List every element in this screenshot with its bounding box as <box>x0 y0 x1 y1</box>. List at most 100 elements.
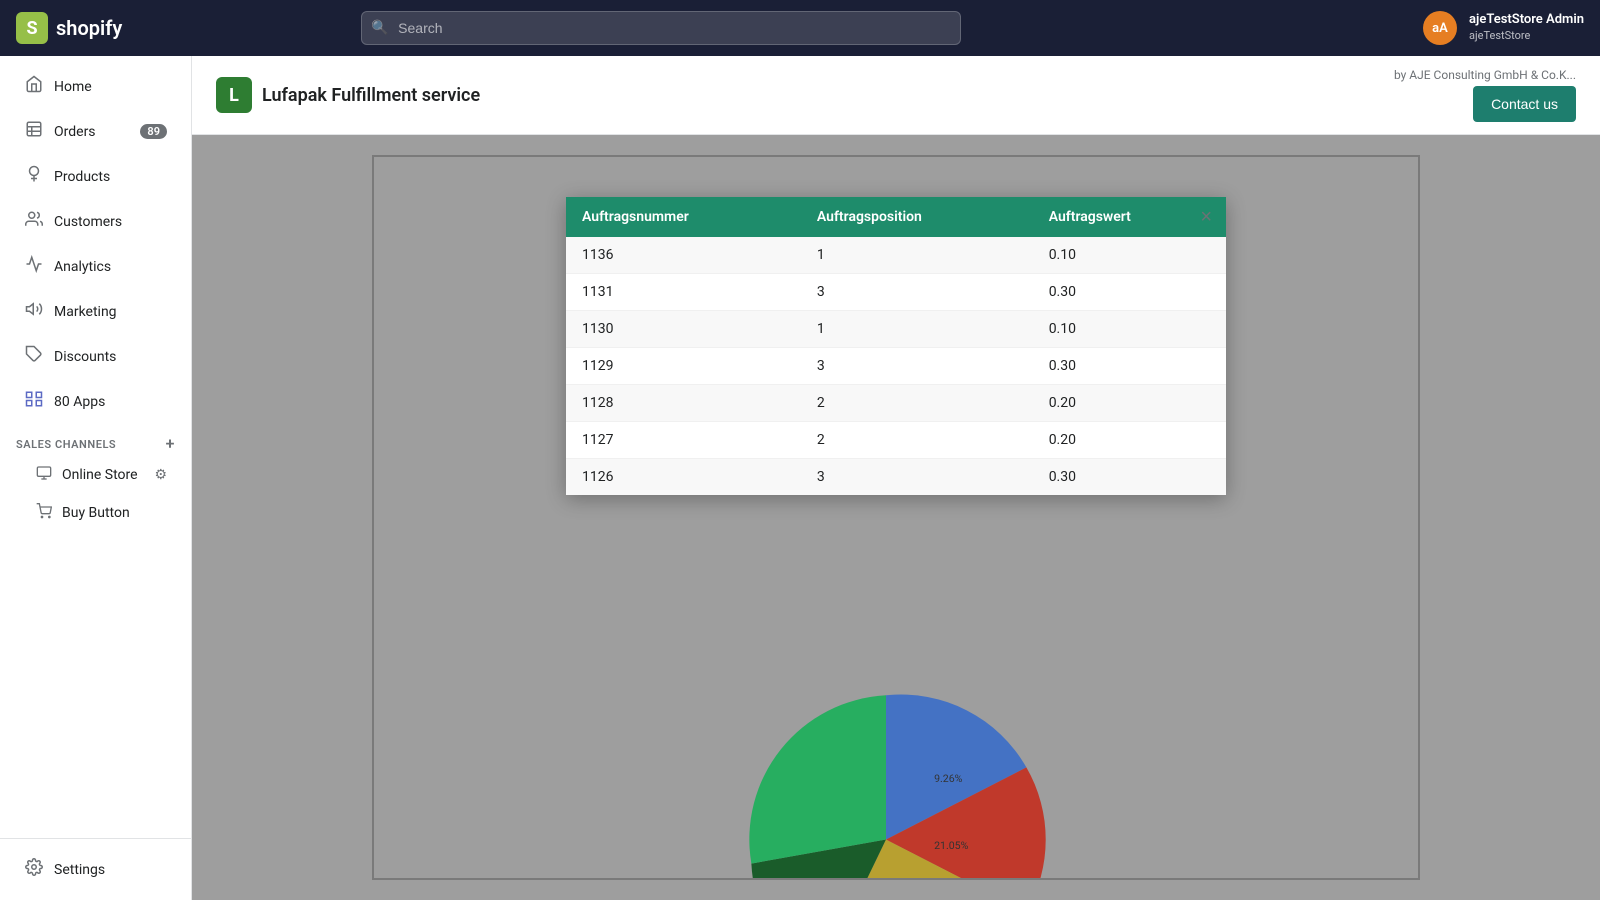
table-row: 112630.30 <box>566 459 1226 496</box>
table-cell-val: 0.20 <box>1033 422 1226 459</box>
pie-segment-green <box>749 695 886 863</box>
table-cell-pos: 2 <box>801 422 1033 459</box>
table-cell-nr: 1136 <box>566 237 801 274</box>
home-icon <box>24 75 44 98</box>
table-cell-nr: 1129 <box>566 348 801 385</box>
buy-button-icon <box>36 503 52 523</box>
pie-chart-svg: 9.26% 21.05% <box>696 628 1076 878</box>
online-store-icon <box>36 465 52 485</box>
sidebar-item-online-store[interactable]: Online Store ⚙ <box>8 457 183 493</box>
table-cell-nr: 1130 <box>566 311 801 348</box>
customers-icon <box>24 210 44 233</box>
app-title-row: L Lufapak Fulfillment service <box>216 77 480 113</box>
table-row: 113130.30 <box>566 274 1226 311</box>
sidebar-label-discounts: Discounts <box>54 349 116 365</box>
settings-section: Settings <box>0 838 191 892</box>
layout: Home Orders 89 Products Customers Anal <box>0 56 1600 900</box>
table-cell-val: 0.30 <box>1033 459 1226 496</box>
inner-content-frame: × Auftragsnummer Auftragsposition Auftra… <box>372 155 1420 880</box>
table-row: 113610.10 <box>566 237 1226 274</box>
modal-close-button[interactable]: × <box>1200 207 1212 227</box>
header-right: by AJE Consulting GmbH & Co.K... Contact… <box>1394 68 1576 122</box>
online-store-label: Online Store <box>62 467 138 483</box>
sidebar-label-products: Products <box>54 169 110 185</box>
sidebar-item-discounts[interactable]: Discounts <box>8 335 183 378</box>
table-cell-val: 0.10 <box>1033 311 1226 348</box>
search-input[interactable] <box>361 11 961 45</box>
sidebar-item-products[interactable]: Products <box>8 155 183 198</box>
sidebar-item-home[interactable]: Home <box>8 65 183 108</box>
table-cell-nr: 1131 <box>566 274 801 311</box>
company-tooltip: by AJE Consulting GmbH & Co.K... <box>1394 68 1576 82</box>
orders-table: Auftragsnummer Auftragsposition Auftrags… <box>566 197 1226 495</box>
table-row: 112930.30 <box>566 348 1226 385</box>
col-header-auftragswert: Auftragswert <box>1033 197 1226 237</box>
sidebar-item-settings[interactable]: Settings <box>8 848 183 891</box>
table-row: 113010.10 <box>566 311 1226 348</box>
pie-label-2105: 21.05% <box>934 839 969 852</box>
table-cell-val: 0.30 <box>1033 274 1226 311</box>
modal-dialog: × Auftragsnummer Auftragsposition Auftra… <box>566 197 1226 495</box>
sidebar-item-analytics[interactable]: Analytics <box>8 245 183 288</box>
sidebar-item-apps[interactable]: 80 Apps <box>8 380 183 423</box>
sidebar-label-analytics: Analytics <box>54 259 111 275</box>
table-cell-val: 0.20 <box>1033 385 1226 422</box>
user-info: ajeTestStore Admin ajeTestStore <box>1469 12 1584 43</box>
search-bar: 🔍 <box>361 11 961 45</box>
sidebar-label-customers: Customers <box>54 214 122 230</box>
sales-channels-label: SALES CHANNELS <box>16 438 116 451</box>
shopify-icon: S <box>16 12 48 44</box>
add-channel-button[interactable]: + <box>166 436 175 452</box>
store-name: ajeTestStore Admin <box>1469 12 1584 29</box>
sidebar-item-marketing[interactable]: Marketing <box>8 290 183 333</box>
table-row: 112820.20 <box>566 385 1226 422</box>
app-header: L Lufapak Fulfillment service by AJE Con… <box>192 56 1600 135</box>
sidebar-label-apps: 80 Apps <box>54 394 105 410</box>
shopify-wordmark: shopify <box>56 16 122 40</box>
sidebar-item-customers[interactable]: Customers <box>8 200 183 243</box>
main-content: L Lufapak Fulfillment service by AJE Con… <box>192 56 1600 900</box>
table-cell-pos: 3 <box>801 348 1033 385</box>
sidebar-label-marketing: Marketing <box>54 304 117 320</box>
search-icon: 🔍 <box>371 20 388 36</box>
analytics-icon <box>24 255 44 278</box>
content-area: × Auftragsnummer Auftragsposition Auftra… <box>192 135 1600 900</box>
sidebar-label-orders: Orders <box>54 124 96 140</box>
top-navigation: S shopify 🔍 aA ajeTestStore Admin ajeTes… <box>0 0 1600 56</box>
discounts-icon <box>24 345 44 368</box>
table-cell-pos: 2 <box>801 385 1033 422</box>
sidebar: Home Orders 89 Products Customers Anal <box>0 56 192 900</box>
settings-icon <box>24 858 44 881</box>
table-cell-pos: 1 <box>801 311 1033 348</box>
table-cell-val: 0.10 <box>1033 237 1226 274</box>
col-header-auftragsposition: Auftragsposition <box>801 197 1033 237</box>
avatar[interactable]: aA <box>1423 11 1457 45</box>
shopify-logo[interactable]: S shopify <box>16 12 122 44</box>
sidebar-item-buy-button[interactable]: Buy Button <box>8 495 183 531</box>
app-logo: L <box>216 77 252 113</box>
sidebar-item-orders[interactable]: Orders 89 <box>8 110 183 153</box>
sales-channels-section: SALES CHANNELS + <box>0 424 191 456</box>
table-cell-nr: 1128 <box>566 385 801 422</box>
orders-icon <box>24 120 44 143</box>
table-cell-nr: 1126 <box>566 459 801 496</box>
orders-badge: 89 <box>140 124 167 139</box>
products-icon <box>24 165 44 188</box>
apps-icon <box>24 390 44 413</box>
nav-right: aA ajeTestStore Admin ajeTestStore <box>1423 11 1584 45</box>
table-cell-pos: 3 <box>801 459 1033 496</box>
sub-name: ajeTestStore <box>1469 29 1584 43</box>
table-cell-pos: 3 <box>801 274 1033 311</box>
col-header-auftragsnummer: Auftragsnummer <box>566 197 801 237</box>
contact-us-button[interactable]: Contact us <box>1473 86 1576 122</box>
app-name: Lufapak Fulfillment service <box>262 85 480 106</box>
table-cell-val: 0.30 <box>1033 348 1226 385</box>
marketing-icon <box>24 300 44 323</box>
table-cell-pos: 1 <box>801 237 1033 274</box>
table-cell-nr: 1127 <box>566 422 801 459</box>
settings-label: Settings <box>54 862 105 878</box>
sidebar-label-home: Home <box>54 79 92 95</box>
buy-button-label: Buy Button <box>62 505 130 521</box>
table-row: 112720.20 <box>566 422 1226 459</box>
online-store-settings-icon[interactable]: ⚙ <box>154 467 167 483</box>
